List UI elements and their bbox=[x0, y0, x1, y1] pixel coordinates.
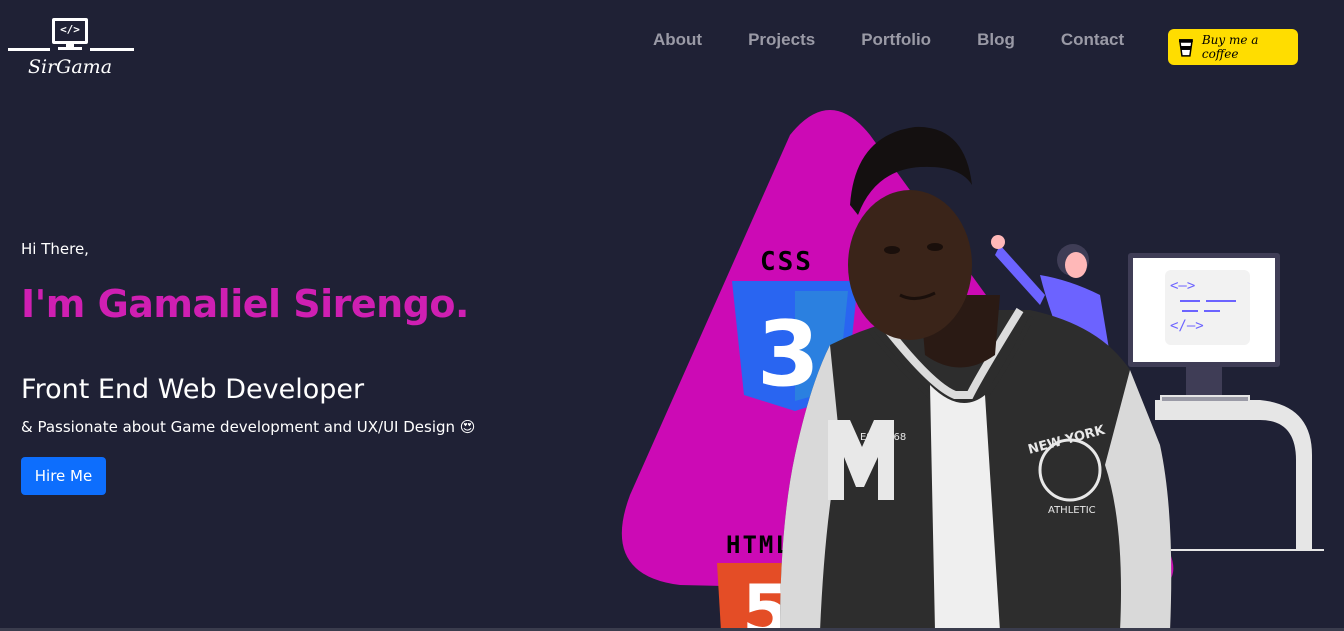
nav-projects[interactable]: Projects bbox=[725, 30, 838, 50]
shirt-text-2: ATHLETIC bbox=[1048, 505, 1096, 516]
monitor-base bbox=[58, 47, 82, 50]
coffee-cup-icon bbox=[1178, 39, 1193, 57]
logo-line-left bbox=[8, 48, 50, 51]
nav-contact[interactable]: Contact bbox=[1038, 30, 1147, 50]
jacket-text: EST.1968 bbox=[860, 432, 906, 443]
hero-role: Front End Web Developer bbox=[21, 374, 365, 405]
nav-portfolio[interactable]: Portfolio bbox=[838, 30, 954, 50]
hero-name: I'm Gamaliel Sirengo. bbox=[21, 282, 469, 326]
html-label: HTML bbox=[726, 531, 792, 559]
brand-logo[interactable]: </> SirGama bbox=[8, 16, 134, 84]
monitor-code-line-3: </—> bbox=[1170, 318, 1204, 334]
nav-about[interactable]: About bbox=[630, 30, 725, 50]
hero-tagline: & Passionate about Game development and … bbox=[21, 418, 476, 436]
monitor-code-line-1: <—> bbox=[1170, 278, 1195, 294]
coffee-label: Buy me a coffee bbox=[1201, 33, 1259, 61]
main-nav: About Projects Portfolio Blog Contact bbox=[630, 30, 1147, 50]
logo-line-right bbox=[90, 48, 134, 51]
hire-me-button[interactable]: Hire Me bbox=[21, 457, 106, 495]
buy-me-a-coffee-button[interactable]: Buy me a coffee bbox=[1168, 29, 1298, 65]
hero-illustration: <—> </—> CSS 3 HTML 5 EST.1968 NEW YORK … bbox=[621, 110, 1324, 631]
brand-name: SirGama bbox=[28, 56, 113, 78]
code-monitor-icon: </> bbox=[52, 18, 88, 44]
css-shield-digit: 3 bbox=[757, 302, 820, 407]
hero-greeting: Hi There, bbox=[21, 240, 89, 258]
nav-blog[interactable]: Blog bbox=[954, 30, 1038, 50]
css-label: CSS bbox=[760, 247, 813, 277]
code-glyph: </> bbox=[60, 23, 80, 36]
